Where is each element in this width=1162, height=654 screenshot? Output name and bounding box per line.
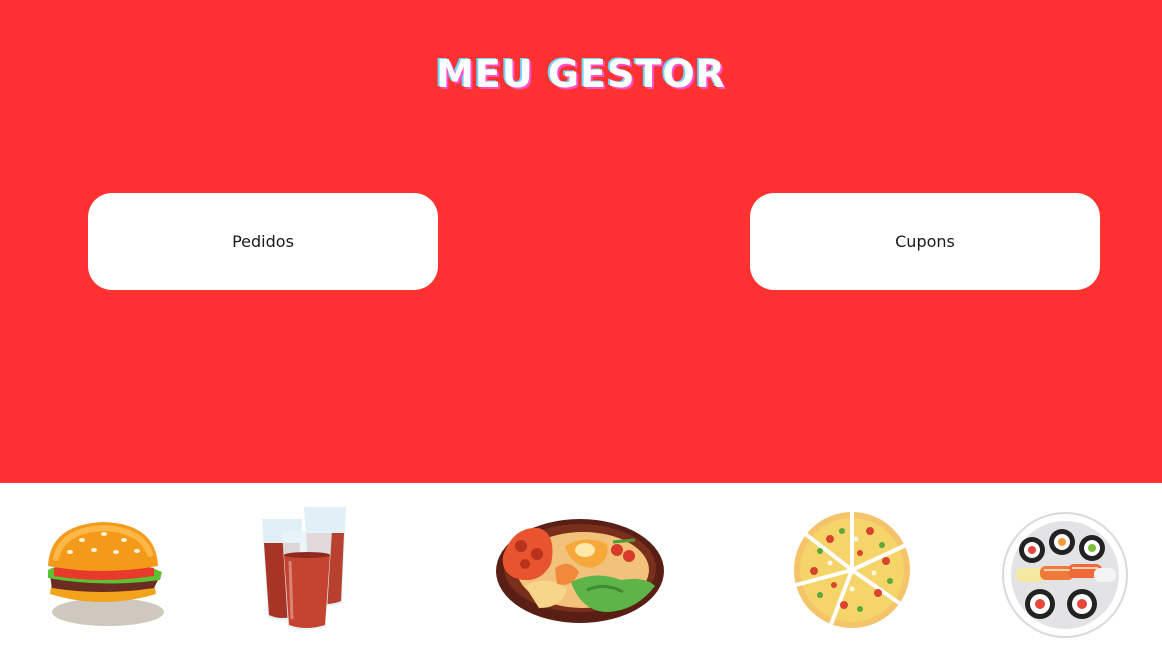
hero-section: MEU GESTOR Pedidos Cupons bbox=[0, 0, 1162, 483]
page-title: MEU GESTOR bbox=[436, 52, 726, 96]
soda-glasses-icon bbox=[260, 503, 360, 633]
burger-icon bbox=[42, 518, 167, 630]
cupons-button[interactable]: Cupons bbox=[750, 193, 1100, 290]
pedidos-label: Pedidos bbox=[232, 232, 294, 251]
pedidos-button[interactable]: Pedidos bbox=[88, 193, 438, 290]
pizza-icon bbox=[790, 509, 914, 631]
food-bowl-icon bbox=[495, 516, 665, 631]
sushi-plate-icon bbox=[1002, 512, 1128, 638]
food-illustrations bbox=[0, 483, 1162, 654]
cupons-label: Cupons bbox=[895, 232, 955, 251]
